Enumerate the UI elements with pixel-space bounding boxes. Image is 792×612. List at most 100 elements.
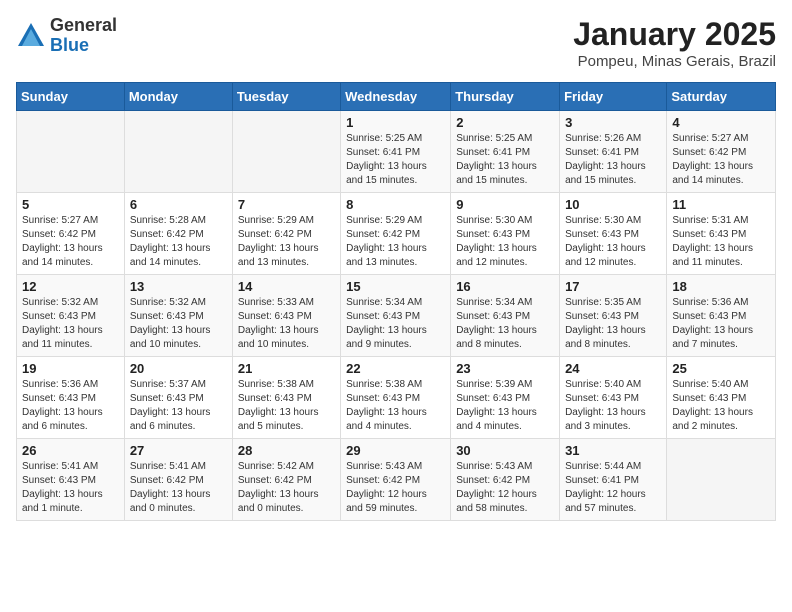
weekday-header: Sunday bbox=[17, 83, 125, 111]
day-info: Sunrise: 5:34 AM Sunset: 6:43 PM Dayligh… bbox=[346, 296, 445, 352]
day-number: 25 bbox=[672, 361, 770, 376]
day-info: Sunrise: 5:31 AM Sunset: 6:43 PM Dayligh… bbox=[672, 214, 770, 270]
calendar-week-row: 19 Sunrise: 5:36 AM Sunset: 6:43 PM Dayli… bbox=[17, 357, 776, 439]
calendar-cell: 17 Sunrise: 5:35 AM Sunset: 6:43 PM Dayli… bbox=[560, 275, 667, 357]
logo-blue: Blue bbox=[50, 36, 117, 56]
calendar-cell: 7 Sunrise: 5:29 AM Sunset: 6:42 PM Daylig… bbox=[232, 193, 340, 275]
calendar-header: SundayMondayTuesdayWednesdayThursdayFrid… bbox=[17, 83, 776, 111]
calendar-week-row: 1Sunrise: 5:25 AM Sunset: 6:41 PM Daylig… bbox=[17, 111, 776, 193]
calendar-title: January 2025 bbox=[573, 16, 776, 53]
day-info: Sunrise: 5:30 AM Sunset: 6:43 PM Dayligh… bbox=[456, 214, 554, 270]
day-number: 15 bbox=[346, 279, 445, 294]
day-info: Sunrise: 5:29 AM Sunset: 6:42 PM Dayligh… bbox=[238, 214, 335, 270]
day-number: 10 bbox=[565, 197, 661, 212]
calendar-cell: 13 Sunrise: 5:32 AM Sunset: 6:43 PM Dayli… bbox=[124, 275, 232, 357]
day-info: Sunrise: 5:36 AM Sunset: 6:43 PM Dayligh… bbox=[672, 296, 770, 352]
day-number: 16 bbox=[456, 279, 554, 294]
calendar-cell bbox=[124, 111, 232, 193]
logo: General Blue bbox=[16, 16, 117, 56]
logo-text: General Blue bbox=[50, 16, 117, 56]
calendar-cell: 28Sunrise: 5:42 AM Sunset: 6:42 PM Dayli… bbox=[232, 439, 340, 521]
day-info: Sunrise: 5:29 AM Sunset: 6:42 PM Dayligh… bbox=[346, 214, 445, 270]
calendar-cell: 18 Sunrise: 5:36 AM Sunset: 6:43 PM Dayli… bbox=[667, 275, 776, 357]
day-number: 26 bbox=[22, 443, 119, 458]
day-number: 31 bbox=[565, 443, 661, 458]
day-info: Sunrise: 5:42 AM Sunset: 6:42 PM Dayligh… bbox=[238, 460, 335, 516]
day-number: 6 bbox=[130, 197, 227, 212]
day-info: Sunrise: 5:28 AM Sunset: 6:42 PM Dayligh… bbox=[130, 214, 227, 270]
day-number: 18 bbox=[672, 279, 770, 294]
weekday-header: Friday bbox=[560, 83, 667, 111]
calendar-cell: 25Sunrise: 5:40 AM Sunset: 6:43 PM Dayli… bbox=[667, 357, 776, 439]
day-number: 8 bbox=[346, 197, 445, 212]
calendar-cell: 19 Sunrise: 5:36 AM Sunset: 6:43 PM Dayli… bbox=[17, 357, 125, 439]
calendar-cell: 21 Sunrise: 5:38 AM Sunset: 6:43 PM Dayli… bbox=[232, 357, 340, 439]
calendar-cell: 14 Sunrise: 5:33 AM Sunset: 6:43 PM Dayli… bbox=[232, 275, 340, 357]
day-info: Sunrise: 5:35 AM Sunset: 6:43 PM Dayligh… bbox=[565, 296, 661, 352]
calendar-cell: 9 Sunrise: 5:30 AM Sunset: 6:43 PM Daylig… bbox=[451, 193, 560, 275]
day-info: Sunrise: 5:25 AM Sunset: 6:41 PM Dayligh… bbox=[346, 132, 445, 188]
calendar-cell: 15 Sunrise: 5:34 AM Sunset: 6:43 PM Dayli… bbox=[341, 275, 451, 357]
calendar-week-row: 26 Sunrise: 5:41 AM Sunset: 6:43 PM Dayli… bbox=[17, 439, 776, 521]
day-number: 9 bbox=[456, 197, 554, 212]
day-info: Sunrise: 5:38 AM Sunset: 6:43 PM Dayligh… bbox=[238, 378, 335, 434]
day-info: Sunrise: 5:37 AM Sunset: 6:43 PM Dayligh… bbox=[130, 378, 227, 434]
title-area: January 2025 Pompeu, Minas Gerais, Brazi… bbox=[573, 16, 776, 70]
calendar-cell: 3 Sunrise: 5:26 AM Sunset: 6:41 PM Daylig… bbox=[560, 111, 667, 193]
day-info: Sunrise: 5:33 AM Sunset: 6:43 PM Dayligh… bbox=[238, 296, 335, 352]
calendar-cell: 11Sunrise: 5:31 AM Sunset: 6:43 PM Dayli… bbox=[667, 193, 776, 275]
day-number: 19 bbox=[22, 361, 119, 376]
calendar-cell bbox=[17, 111, 125, 193]
day-number: 27 bbox=[130, 443, 227, 458]
day-info: Sunrise: 5:41 AM Sunset: 6:42 PM Dayligh… bbox=[130, 460, 227, 516]
day-info: Sunrise: 5:36 AM Sunset: 6:43 PM Dayligh… bbox=[22, 378, 119, 434]
day-info: Sunrise: 5:43 AM Sunset: 6:42 PM Dayligh… bbox=[456, 460, 554, 516]
calendar-table: SundayMondayTuesdayWednesdayThursdayFrid… bbox=[16, 82, 776, 521]
day-number: 22 bbox=[346, 361, 445, 376]
calendar-cell bbox=[667, 439, 776, 521]
calendar-body: 1Sunrise: 5:25 AM Sunset: 6:41 PM Daylig… bbox=[17, 111, 776, 521]
calendar-cell: 6 Sunrise: 5:28 AM Sunset: 6:42 PM Daylig… bbox=[124, 193, 232, 275]
day-info: Sunrise: 5:38 AM Sunset: 6:43 PM Dayligh… bbox=[346, 378, 445, 434]
day-number: 21 bbox=[238, 361, 335, 376]
calendar-cell: 4Sunrise: 5:27 AM Sunset: 6:42 PM Daylig… bbox=[667, 111, 776, 193]
day-number: 12 bbox=[22, 279, 119, 294]
day-info: Sunrise: 5:34 AM Sunset: 6:43 PM Dayligh… bbox=[456, 296, 554, 352]
weekday-header: Wednesday bbox=[341, 83, 451, 111]
logo-general: General bbox=[50, 16, 117, 36]
day-number: 4 bbox=[672, 115, 770, 130]
weekday-header: Monday bbox=[124, 83, 232, 111]
day-number: 30 bbox=[456, 443, 554, 458]
calendar-cell: 23 Sunrise: 5:39 AM Sunset: 6:43 PM Dayli… bbox=[451, 357, 560, 439]
calendar-week-row: 5Sunrise: 5:27 AM Sunset: 6:42 PM Daylig… bbox=[17, 193, 776, 275]
calendar-subtitle: Pompeu, Minas Gerais, Brazil bbox=[573, 53, 776, 70]
weekday-header: Tuesday bbox=[232, 83, 340, 111]
day-info: Sunrise: 5:39 AM Sunset: 6:43 PM Dayligh… bbox=[456, 378, 554, 434]
page-header: General Blue January 2025 Pompeu, Minas … bbox=[16, 16, 776, 70]
calendar-cell: 31Sunrise: 5:44 AM Sunset: 6:41 PM Dayli… bbox=[560, 439, 667, 521]
day-info: Sunrise: 5:25 AM Sunset: 6:41 PM Dayligh… bbox=[456, 132, 554, 188]
day-info: Sunrise: 5:26 AM Sunset: 6:41 PM Dayligh… bbox=[565, 132, 661, 188]
calendar-cell: 2 Sunrise: 5:25 AM Sunset: 6:41 PM Daylig… bbox=[451, 111, 560, 193]
calendar-week-row: 12 Sunrise: 5:32 AM Sunset: 6:43 PM Dayli… bbox=[17, 275, 776, 357]
calendar-cell: 24Sunrise: 5:40 AM Sunset: 6:43 PM Dayli… bbox=[560, 357, 667, 439]
calendar-cell: 12Sunrise: 5:32 AM Sunset: 6:43 PM Dayli… bbox=[17, 275, 125, 357]
day-number: 3 bbox=[565, 115, 661, 130]
calendar-cell: 27 Sunrise: 5:41 AM Sunset: 6:42 PM Dayli… bbox=[124, 439, 232, 521]
day-number: 23 bbox=[456, 361, 554, 376]
day-info: Sunrise: 5:27 AM Sunset: 6:42 PM Dayligh… bbox=[22, 214, 119, 270]
day-info: Sunrise: 5:32 AM Sunset: 6:43 PM Dayligh… bbox=[130, 296, 227, 352]
day-number: 2 bbox=[456, 115, 554, 130]
weekday-row: SundayMondayTuesdayWednesdayThursdayFrid… bbox=[17, 83, 776, 111]
day-number: 13 bbox=[130, 279, 227, 294]
calendar-cell: 20Sunrise: 5:37 AM Sunset: 6:43 PM Dayli… bbox=[124, 357, 232, 439]
day-number: 17 bbox=[565, 279, 661, 294]
calendar-cell: 29Sunrise: 5:43 AM Sunset: 6:42 PM Dayli… bbox=[341, 439, 451, 521]
calendar-cell: 8 Sunrise: 5:29 AM Sunset: 6:42 PM Daylig… bbox=[341, 193, 451, 275]
day-info: Sunrise: 5:41 AM Sunset: 6:43 PM Dayligh… bbox=[22, 460, 119, 516]
day-number: 14 bbox=[238, 279, 335, 294]
weekday-header: Thursday bbox=[451, 83, 560, 111]
day-number: 29 bbox=[346, 443, 445, 458]
calendar-cell: 16 Sunrise: 5:34 AM Sunset: 6:43 PM Dayli… bbox=[451, 275, 560, 357]
day-number: 7 bbox=[238, 197, 335, 212]
